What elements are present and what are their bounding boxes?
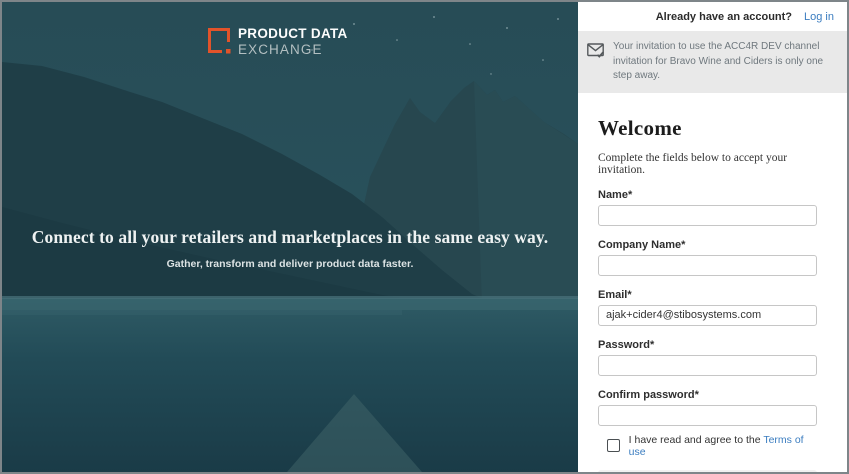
company-name-input[interactable] — [598, 255, 817, 276]
confirm-password-label: Confirm password* — [598, 389, 817, 402]
page-title: Welcome — [598, 116, 817, 141]
confirm-password-input[interactable] — [598, 405, 817, 426]
name-field-group: Name* — [598, 189, 817, 226]
form-area: Welcome Complete the fields below to acc… — [598, 116, 817, 474]
app-window: PRODUCT DATA EXCHANGE Connect to all you… — [0, 0, 849, 474]
confirm-password-field-group: Confirm password* — [598, 389, 817, 426]
envelope-check-icon — [587, 43, 604, 58]
terms-checkbox[interactable] — [607, 439, 620, 452]
already-have-account-text: Already have an account? — [656, 11, 792, 23]
topbar: Already have an account? Log in — [578, 2, 847, 31]
form-subtitle: Complete the fields below to accept your… — [598, 152, 817, 176]
hero-subheadline: Gather, transform and deliver product da… — [2, 258, 578, 270]
signup-panel: Already have an account? Log in Your inv… — [578, 2, 847, 472]
email-field-group: Email* — [598, 289, 817, 326]
password-label: Password* — [598, 339, 817, 352]
email-input[interactable] — [598, 305, 817, 326]
password-field-group: Password* — [598, 339, 817, 376]
product-data-exchange-logo: PRODUCT DATA EXCHANGE — [207, 27, 348, 56]
name-input[interactable] — [598, 205, 817, 226]
log-in-link[interactable]: Log in — [804, 11, 834, 23]
logo-title: PRODUCT DATA — [238, 27, 348, 41]
hero-panel: PRODUCT DATA EXCHANGE Connect to all you… — [2, 2, 578, 472]
logo-subtitle: EXCHANGE — [238, 43, 348, 57]
terms-text: I have read and agree to the Terms of us… — [629, 434, 817, 458]
password-input[interactable] — [598, 355, 817, 376]
terms-agreement-row: I have read and agree to the Terms of us… — [598, 434, 817, 458]
name-label: Name* — [598, 189, 817, 202]
logo-mark-icon — [207, 27, 231, 55]
company-name-label: Company Name* — [598, 239, 817, 252]
invitation-alert-text: Your invitation to use the ACC4R DEV cha… — [613, 40, 833, 84]
terms-prefix: I have read and agree to the — [629, 434, 761, 446]
company-name-field-group: Company Name* — [598, 239, 817, 276]
email-label: Email* — [598, 289, 817, 302]
accept-invitation-button[interactable]: Accept Invitation — [598, 470, 817, 474]
invitation-alert: Your invitation to use the ACC4R DEV cha… — [578, 31, 847, 93]
hero-headline: Connect to all your retailers and market… — [2, 227, 578, 248]
